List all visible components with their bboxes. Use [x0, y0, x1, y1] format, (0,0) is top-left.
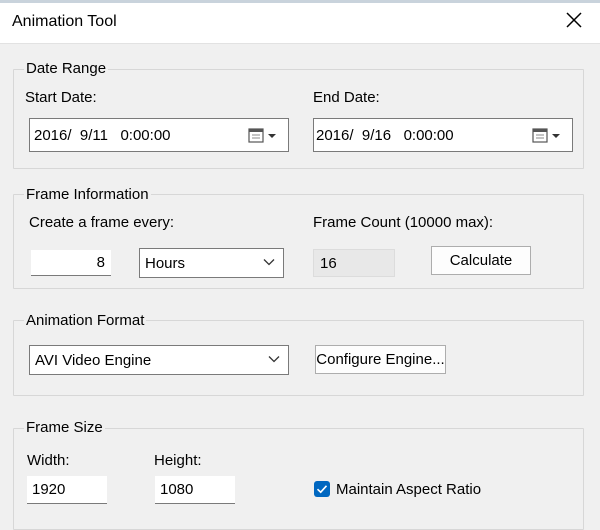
calendar-icon[interactable]	[532, 128, 562, 144]
height-input[interactable]: 1080	[155, 476, 235, 504]
frame-interval-input[interactable]: 8	[31, 250, 111, 276]
frame-count-field: 16	[313, 249, 395, 277]
close-button[interactable]	[562, 8, 586, 32]
end-date-value: 2016/ 9/16 0:00:00	[316, 127, 454, 144]
height-label: Height:	[154, 452, 202, 469]
end-date-picker[interactable]: 2016/ 9/16 0:00:00	[313, 118, 573, 152]
width-input[interactable]: 1920	[27, 476, 107, 504]
animation-engine-select[interactable]: AVI Video Engine	[29, 345, 289, 375]
start-date-picker[interactable]: 2016/ 9/11 0:00:00	[29, 118, 289, 152]
maintain-aspect-checkbox[interactable]	[314, 481, 330, 497]
frame-count-label: Frame Count (10000 max):	[313, 214, 494, 231]
start-date-label: Start Date:	[25, 89, 97, 106]
maintain-aspect-label[interactable]: Maintain Aspect Ratio	[336, 481, 481, 498]
date-range-legend: Date Range	[24, 60, 109, 77]
frame-size-legend: Frame Size	[24, 419, 105, 436]
chevron-down-icon	[268, 356, 280, 363]
width-label: Width:	[27, 452, 70, 469]
end-date-label: End Date:	[313, 89, 380, 106]
chevron-down-icon	[263, 259, 275, 266]
calendar-icon[interactable]	[248, 128, 278, 144]
frame-unit-value: Hours	[145, 255, 186, 272]
configure-engine-button[interactable]: Configure Engine...	[315, 345, 446, 374]
checkmark-icon	[316, 485, 328, 494]
calculate-button[interactable]: Calculate	[431, 246, 531, 275]
frame-information-legend: Frame Information	[24, 186, 151, 203]
animation-format-legend: Animation Format	[24, 312, 147, 329]
start-date-value: 2016/ 9/11 0:00:00	[34, 127, 171, 144]
window-title: Animation Tool	[12, 13, 117, 30]
close-icon	[566, 12, 582, 28]
create-frame-label: Create a frame every:	[29, 214, 175, 231]
animation-engine-value: AVI Video Engine	[35, 352, 152, 369]
frame-unit-select[interactable]: Hours	[139, 248, 284, 278]
